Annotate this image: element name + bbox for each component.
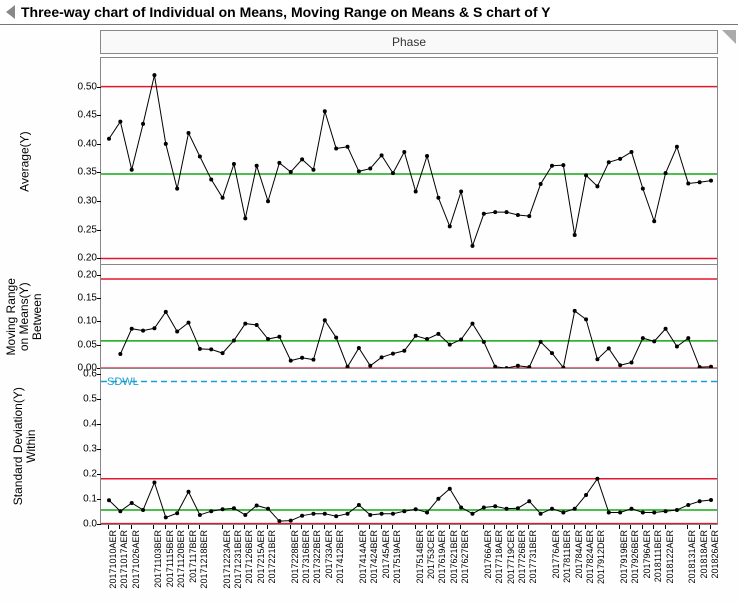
x-tick: 20171103BER	[153, 525, 154, 529]
x-tick: 2017414AER	[358, 525, 359, 529]
x-tick: 2017412BER	[335, 525, 336, 529]
y-axis-label-moving-range: Moving Range on Means(Y) Between	[0, 264, 50, 369]
x-tick: 2017811BER	[562, 525, 563, 529]
x-tick: 2017619AER	[437, 525, 438, 529]
x-tick: 2017718AER	[494, 525, 495, 529]
x-tick: 20171223AER	[222, 525, 223, 529]
expand-corner-icon[interactable]	[722, 30, 736, 44]
x-tick: 2018111BER	[653, 525, 654, 529]
x-tick: 2018131AER	[687, 525, 688, 529]
x-tick: 2017228BER	[290, 525, 291, 529]
x-tick: 2017719CER	[506, 525, 507, 529]
x-tick: 2017221BER	[267, 525, 268, 529]
x-tick: 201745AER	[381, 525, 382, 529]
x-tick: 201753CER	[426, 525, 427, 529]
x-tick: 2017215AER	[256, 525, 257, 529]
x-tick: 2017316BER	[301, 525, 302, 529]
x-tick: 2017424BER	[369, 525, 370, 529]
panel-average[interactable]: 0.200.250.300.350.400.450.50	[100, 57, 718, 265]
x-tick: 201796AER	[642, 525, 643, 529]
x-tick: 2017126BER	[244, 525, 245, 529]
x-tick: 20171231BER	[233, 525, 234, 529]
x-tick: 201818AER	[699, 525, 700, 529]
panel-moving-range[interactable]: 0.000.050.100.150.20	[100, 264, 718, 369]
x-tick: 2017912DER	[596, 525, 597, 529]
x-tick: 20171017AER	[119, 525, 120, 529]
x-tick: 2017824AER	[585, 525, 586, 529]
x-tick: 2017926BER	[630, 525, 631, 529]
x-tick: 20171120BER	[176, 525, 177, 529]
x-tick: 2018122AER	[665, 525, 666, 529]
x-tick: 201826AER	[710, 525, 711, 529]
x-tick: 2017117BER	[188, 525, 189, 529]
x-tick: 201733AER	[324, 525, 325, 529]
x-tick: 20171026AER	[131, 525, 132, 529]
x-tick: 2017726BER	[517, 525, 518, 529]
x-tick: 2017514BER	[415, 525, 416, 529]
x-tick: 20171010AER	[108, 525, 109, 529]
x-tick: 20171218BER	[199, 525, 200, 529]
x-tick: 201776AER	[551, 525, 552, 529]
chart-content: Phase Average(Y) Moving Range on Means(Y…	[0, 24, 738, 605]
title-bar: Three-way chart of Individual on Means, …	[0, 0, 738, 25]
chart-panels: 0.200.250.300.350.400.450.50 0.000.050.1…	[100, 58, 718, 525]
x-tick: 2017919BER	[619, 525, 620, 529]
x-axis: 20171010AER 20171017AER 20171026AER 2017110…	[100, 525, 718, 605]
y-axis-label-stddev: Standard Deviation(Y) Within	[0, 368, 50, 525]
x-tick: 201766AER	[483, 525, 484, 529]
panel-stddev[interactable]: 0.00.10.20.30.40.50.6SDWL	[100, 368, 718, 525]
x-tick: 2017322BER	[312, 525, 313, 529]
phase-header: Phase	[100, 30, 718, 54]
x-tick: 201784AER	[574, 525, 575, 529]
x-tick: 2017621BER	[449, 525, 450, 529]
y-axis-label-average: Average(Y)	[0, 57, 50, 265]
chart-title: Three-way chart of Individual on Means, …	[21, 4, 551, 20]
three-way-control-chart: Three-way chart of Individual on Means, …	[0, 0, 738, 605]
x-tick: 2017731BER	[528, 525, 529, 529]
x-tick: 2017627BER	[460, 525, 461, 529]
collapse-triangle-icon[interactable]	[6, 5, 15, 19]
x-tick: 2017519AER	[392, 525, 393, 529]
x-tick: 20171115BER	[165, 525, 166, 529]
sdwl-label: SDWL	[107, 376, 139, 388]
